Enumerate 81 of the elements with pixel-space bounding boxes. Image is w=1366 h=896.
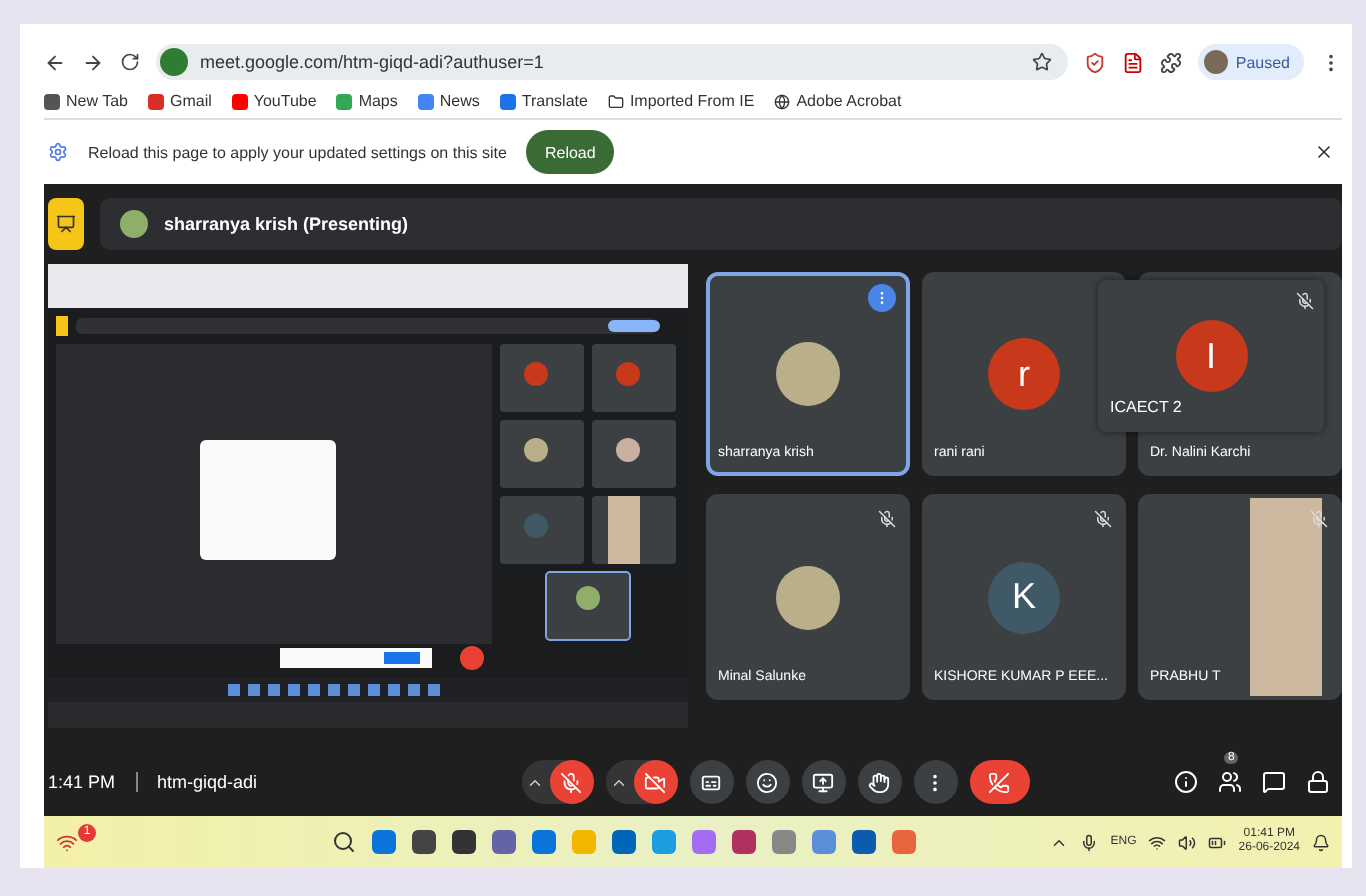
more-options-button[interactable] [868, 284, 896, 312]
extensions-icon[interactable] [1159, 51, 1182, 73]
site-icon [44, 93, 60, 109]
search-icon[interactable] [331, 830, 356, 854]
host-controls-button[interactable] [1306, 770, 1330, 794]
microphone-icon [1080, 833, 1099, 851]
letter-avatar: K [988, 561, 1060, 633]
bookmark-link[interactable]: Adobe Acrobat [774, 92, 902, 110]
infobar-message: Reload this page to apply your updated settings on this site [88, 143, 507, 161]
captions-icon [700, 771, 723, 793]
avatar-photo-placeholder [776, 565, 840, 629]
back-icon[interactable] [44, 51, 66, 73]
address-bar[interactable]: meet.google.com/htm-giqd-adi?authuser=1 [156, 44, 1068, 80]
forward-icon[interactable] [82, 51, 104, 73]
bookmark-link[interactable]: YouTube [231, 92, 317, 110]
site-icon [417, 93, 434, 109]
smiley-icon [756, 771, 779, 793]
people-icon [1218, 770, 1242, 794]
screen-share-icon [812, 771, 835, 793]
emoji-button[interactable] [745, 760, 790, 804]
site-info-icon[interactable] [160, 48, 188, 76]
profile-button[interactable]: Paused [1197, 44, 1304, 80]
site-icon [499, 93, 516, 109]
hand-icon [868, 771, 891, 793]
raise-hand-button[interactable] [857, 760, 902, 804]
bookmark-link[interactable]: Imported From IE [607, 92, 755, 110]
app-icon[interactable] [611, 830, 636, 854]
widgets-button[interactable] [56, 831, 78, 853]
site-icon [231, 93, 248, 109]
folder-icon [607, 93, 624, 109]
muted-mic-icon [560, 771, 583, 793]
app-icon[interactable] [851, 830, 876, 854]
camera-off-icon [644, 771, 667, 793]
wifi-icon[interactable] [1148, 833, 1167, 851]
reload-icon[interactable] [120, 52, 140, 72]
volume-icon[interactable] [1178, 833, 1197, 851]
presentation-icon [56, 214, 76, 234]
lock-icon [1306, 770, 1330, 794]
bookmark-link[interactable]: Gmail [147, 92, 212, 110]
app-icon[interactable] [491, 830, 516, 854]
settings-icon [48, 142, 68, 162]
signal-icon [56, 831, 78, 853]
presentation-button[interactable] [48, 198, 84, 250]
hang-up-icon [988, 771, 1011, 793]
battery-icon[interactable] [1208, 833, 1227, 851]
bookmark-star-icon[interactable] [1031, 52, 1052, 72]
url-text: meet.google.com/htm-giqd-adi?authuser=1 [200, 52, 546, 72]
participant-name: ICAECT 2 [1110, 398, 1182, 416]
close-icon[interactable] [1314, 142, 1334, 162]
camera-button[interactable] [633, 760, 678, 804]
leave-call-button[interactable] [969, 760, 1030, 804]
letter-avatar: I [1175, 320, 1247, 392]
app-icon[interactable] [731, 830, 756, 854]
present-button[interactable] [801, 760, 846, 804]
notification-bell-icon[interactable] [1312, 833, 1330, 851]
meeting-code: htm-giqd-adi [157, 772, 258, 792]
info-icon [1174, 770, 1198, 794]
microphone-button[interactable] [549, 760, 594, 804]
avatar-photo-placeholder [776, 342, 840, 406]
letter-avatar: r [988, 338, 1060, 410]
bookmark-link[interactable]: New Tab [44, 92, 128, 110]
captions-button[interactable] [689, 760, 734, 804]
reload-button[interactable]: Reload [526, 130, 614, 174]
extension-icon[interactable] [1083, 51, 1106, 73]
avatar-icon [1203, 50, 1228, 74]
globe-icon [774, 93, 791, 109]
site-icon [336, 93, 353, 109]
meeting-time: 1:41 PM [48, 772, 116, 792]
bookmark-link[interactable]: Translate [499, 92, 588, 110]
chat-button[interactable] [1262, 770, 1286, 794]
bookmark-link[interactable]: Maps [336, 92, 398, 110]
pdf-extension-icon[interactable] [1121, 51, 1144, 73]
site-icon [147, 93, 164, 109]
app-icon[interactable] [451, 830, 476, 854]
chat-icon [1262, 770, 1286, 794]
presenter-name: sharranya krish (Presenting) [164, 214, 409, 234]
app-icon[interactable] [411, 830, 436, 854]
more-options-button[interactable] [913, 760, 958, 804]
info-button[interactable] [1174, 770, 1198, 794]
avatar-photo-placeholder [120, 210, 148, 238]
bookmark-link[interactable]: News [417, 92, 480, 110]
